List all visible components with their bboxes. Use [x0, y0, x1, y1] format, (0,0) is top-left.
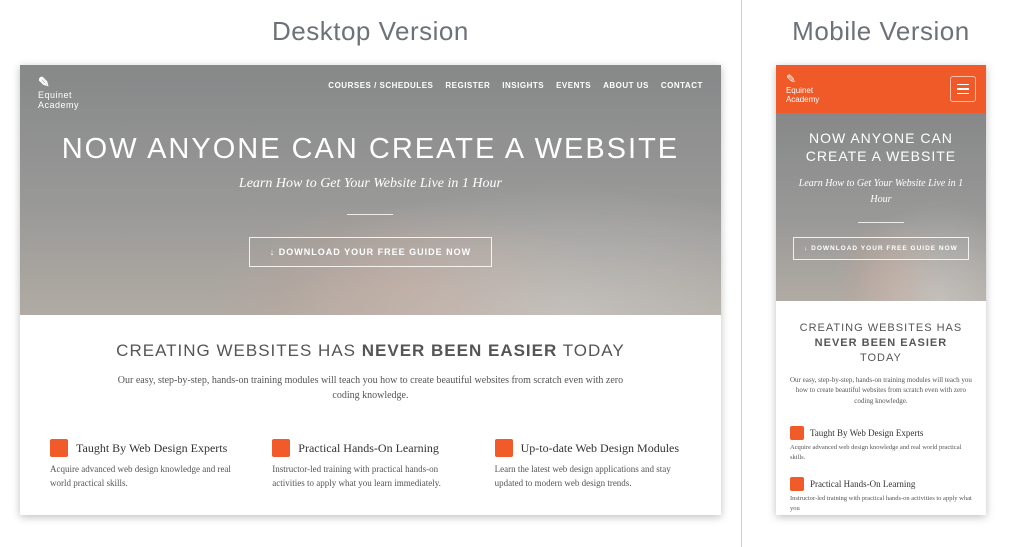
mobile-header: ✎ Equinet Academy — [776, 65, 986, 113]
section-lead: Our easy, step-by-step, hands-on trainin… — [110, 373, 630, 403]
nav-item-events[interactable]: EVENTS — [556, 81, 591, 90]
mobile-column: Mobile Version ✎ Equinet Academy NOW ANY… — [742, 0, 1030, 547]
feature-head: Practical Hands-On Learning — [790, 477, 972, 491]
desktop-hero: ✎ Equinet Academy COURSES / SCHEDULES RE… — [20, 65, 721, 315]
feature-title: Taught By Web Design Experts — [810, 428, 923, 438]
download-guide-button[interactable]: ↓ DOWNLOAD YOUR FREE GUIDE NOW — [793, 237, 969, 260]
feature-experts: Taught By Web Design Experts Acquire adv… — [50, 439, 246, 490]
nav-item-contact[interactable]: CONTACT — [661, 81, 703, 90]
brand-line2: Academy — [38, 101, 79, 111]
features-row: Taught By Web Design Experts Acquire adv… — [50, 439, 691, 490]
heading-pre: CREATING WEBSITES HAS — [800, 322, 963, 334]
hero-divider — [347, 214, 393, 215]
feature-icon — [495, 439, 513, 457]
brand-logo[interactable]: ✎ Equinet Academy — [38, 75, 79, 111]
heading-pre: CREATING WEBSITES HAS — [116, 341, 362, 360]
hero-subtitle: Learn How to Get Your Website Live in 1 … — [776, 176, 986, 208]
feature-handson: Practical Hands-On Learning Instructor-l… — [790, 477, 972, 514]
feature-head: Taught By Web Design Experts — [50, 439, 246, 457]
feature-head: Taught By Web Design Experts — [790, 426, 972, 440]
nav-item-insights[interactable]: INSIGHTS — [502, 81, 544, 90]
heading-post: TODAY — [860, 352, 902, 364]
feature-title: Up-to-date Web Design Modules — [521, 441, 679, 456]
mobile-hero: NOW ANYONE CAN CREATE A WEBSITE Learn Ho… — [776, 113, 986, 301]
feature-title: Practical Hands-On Learning — [298, 441, 439, 456]
brand-logo[interactable]: ✎ Equinet Academy — [786, 73, 819, 105]
feature-modules: Up-to-date Web Design Modules Learn the … — [495, 439, 691, 490]
section-heading: CREATING WEBSITES HAS NEVER BEEN EASIER … — [50, 341, 691, 361]
brand-line2: Academy — [786, 96, 819, 105]
feature-head: Up-to-date Web Design Modules — [495, 439, 691, 457]
desktop-column: Desktop Version ✎ Equinet Academy COURSE… — [0, 0, 741, 547]
hamburger-bar — [957, 88, 969, 90]
feature-desc: Instructor-led training with practical h… — [790, 494, 972, 514]
feature-desc: Instructor-led training with practical h… — [272, 463, 468, 490]
desktop-column-title: Desktop Version — [272, 16, 469, 47]
mobile-column-title: Mobile Version — [792, 16, 970, 47]
feature-desc: Learn the latest web design applications… — [495, 463, 691, 490]
mobile-frame: ✎ Equinet Academy NOW ANYONE CAN CREATE … — [776, 65, 986, 515]
feature-icon — [790, 426, 804, 440]
hero-title: NOW ANYONE CAN CREATE A WEBSITE — [20, 133, 721, 166]
nav-menu: COURSES / SCHEDULES REGISTER INSIGHTS EV… — [328, 81, 703, 90]
feature-head: Practical Hands-On Learning — [272, 439, 468, 457]
feature-experts: Taught By Web Design Experts Acquire adv… — [790, 426, 972, 463]
feature-icon — [272, 439, 290, 457]
feature-title: Taught By Web Design Experts — [76, 441, 227, 456]
feature-icon — [50, 439, 68, 457]
logo-icon: ✎ — [786, 73, 796, 85]
hero-subtitle: Learn How to Get Your Website Live in 1 … — [20, 176, 721, 192]
hero-title: NOW ANYONE CAN CREATE A WEBSITE — [776, 129, 986, 167]
hamburger-menu-button[interactable] — [950, 76, 976, 102]
desktop-content: CREATING WEBSITES HAS NEVER BEEN EASIER … — [20, 315, 721, 490]
hero-divider — [858, 222, 904, 223]
features-stack: Taught By Web Design Experts Acquire adv… — [790, 426, 972, 513]
logo-icon: ✎ — [38, 75, 50, 89]
hamburger-bar — [957, 84, 969, 86]
heading-bold: NEVER BEEN EASIER — [815, 337, 948, 349]
hamburger-bar — [957, 93, 969, 95]
desktop-nav: ✎ Equinet Academy COURSES / SCHEDULES RE… — [20, 65, 721, 111]
section-lead: Our easy, step-by-step, hands-on trainin… — [790, 375, 972, 407]
comparison-container: Desktop Version ✎ Equinet Academy COURSE… — [0, 0, 1030, 547]
feature-desc: Acquire advanced web design knowledge an… — [790, 443, 972, 463]
nav-item-courses[interactable]: COURSES / SCHEDULES — [328, 81, 433, 90]
heading-post: TODAY — [557, 341, 624, 360]
nav-item-register[interactable]: REGISTER — [445, 81, 490, 90]
section-heading: CREATING WEBSITES HAS NEVER BEEN EASIER … — [790, 321, 972, 367]
heading-bold: NEVER BEEN EASIER — [362, 341, 558, 360]
feature-desc: Acquire advanced web design knowledge an… — [50, 463, 246, 490]
download-guide-button[interactable]: ↓ DOWNLOAD YOUR FREE GUIDE NOW — [249, 237, 492, 267]
nav-item-about[interactable]: ABOUT US — [603, 81, 649, 90]
desktop-frame: ✎ Equinet Academy COURSES / SCHEDULES RE… — [20, 65, 721, 515]
feature-icon — [790, 477, 804, 491]
feature-title: Practical Hands-On Learning — [810, 479, 915, 489]
mobile-content: CREATING WEBSITES HAS NEVER BEEN EASIER … — [776, 301, 986, 514]
feature-handson: Practical Hands-On Learning Instructor-l… — [272, 439, 468, 490]
